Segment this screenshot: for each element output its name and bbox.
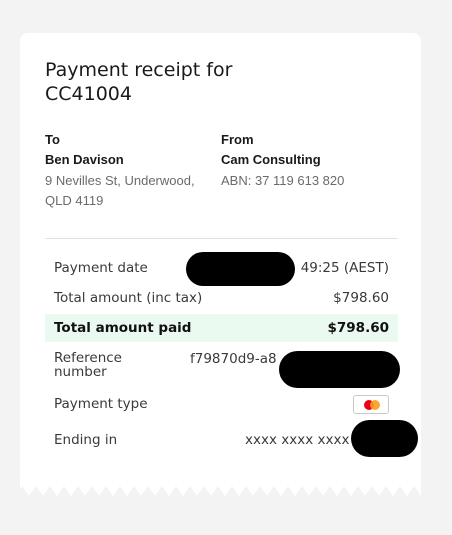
to-heading: To	[45, 132, 60, 147]
ending-value: xxxx xxxx xxxx	[245, 432, 350, 448]
from-name: Cam Consulting	[221, 152, 321, 167]
receipt-card: Payment receipt for CC41004 To Ben Davis…	[20, 33, 421, 478]
payment-type-label: Payment type	[54, 396, 148, 412]
mastercard-icon	[353, 395, 389, 414]
section-divider	[45, 238, 398, 239]
from-heading: From	[221, 132, 254, 147]
mastercard-orange-circle	[370, 400, 380, 410]
total-paid-label: Total amount paid	[54, 320, 192, 336]
reference-label: Reference number	[54, 350, 122, 380]
receipt-title: Payment receipt for CC41004	[45, 59, 233, 105]
from-abn: ABN: 37 119 613 820	[221, 173, 345, 188]
payment-date-value: 49:25 (AEST)	[300, 260, 389, 276]
payment-type-row: Payment type	[45, 394, 398, 418]
redaction-date	[186, 252, 295, 286]
total-paid-value: $798.60	[327, 320, 390, 336]
to-name: Ben Davison	[45, 152, 124, 167]
reference-value: f79870d9-a8	[190, 351, 277, 367]
redaction-reference	[279, 351, 400, 388]
ending-label: Ending in	[54, 432, 118, 448]
total-paid-row: Total amount paid $798.60	[45, 314, 398, 342]
from-block: From Cam Consulting ABN: 37 119 613 820	[221, 131, 391, 191]
total-amount-value: $798.60	[333, 290, 389, 306]
ending-row: Ending in xxxx xxxx xxxx	[45, 429, 398, 453]
to-address: 9 Nevilles St, Underwood, QLD 4119	[45, 173, 195, 208]
torn-edge	[20, 478, 421, 496]
total-amount-label: Total amount (inc tax)	[54, 290, 203, 306]
to-block: To Ben Davison 9 Nevilles St, Underwood,…	[45, 131, 215, 211]
redaction-card-digits	[351, 420, 418, 457]
payment-date-label: Payment date	[54, 260, 148, 276]
total-amount-row: Total amount (inc tax) $798.60	[45, 287, 398, 309]
